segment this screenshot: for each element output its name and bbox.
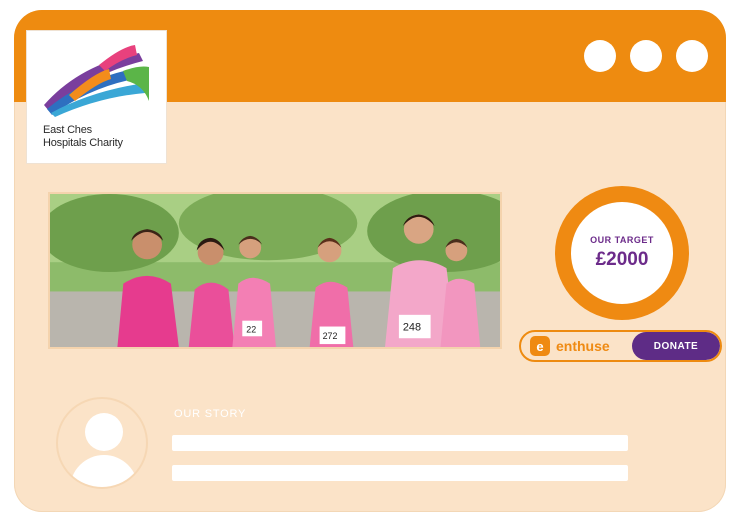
story-text-placeholder xyxy=(172,435,628,451)
logo-text-line: Hospitals Charity xyxy=(43,137,123,149)
window-control-dot[interactable] xyxy=(584,40,616,72)
avatar xyxy=(56,397,148,489)
bib-number: 22 xyxy=(246,324,256,334)
target-label: OUR TARGET xyxy=(590,235,654,245)
charity-logo: East Ches Hospitals Charity xyxy=(26,30,167,164)
donate-button[interactable]: DONATE xyxy=(632,332,720,360)
target-amount: £2000 xyxy=(595,249,649,270)
runners-illustration: 22 272 248 xyxy=(50,194,500,347)
avatar-head-icon xyxy=(85,413,123,451)
window-controls xyxy=(584,40,708,72)
app-window: East Ches Hospitals Charity 22 272 248 O… xyxy=(14,10,726,512)
bib-number: 272 xyxy=(323,331,338,341)
enthuse-label: enthuse xyxy=(556,338,610,354)
logo-rainbow-icon xyxy=(44,45,149,117)
window-control-dot[interactable] xyxy=(630,40,662,72)
window-control-dot[interactable] xyxy=(676,40,708,72)
avatar-body-icon xyxy=(70,455,138,487)
fundraising-target: OUR TARGET £2000 xyxy=(555,186,689,320)
enthuse-logo-icon: e xyxy=(530,336,550,356)
donate-widget[interactable]: e enthuse DONATE xyxy=(519,330,722,362)
bib-number: 248 xyxy=(403,322,421,334)
logo-text-line: East Ches xyxy=(43,124,92,136)
hero-photo: 22 272 248 xyxy=(48,192,502,349)
target-badge: OUR TARGET £2000 xyxy=(571,202,673,304)
enthuse-brand: e enthuse xyxy=(521,332,633,360)
story-heading: OUR STORY xyxy=(174,408,247,420)
story-text-placeholder xyxy=(172,465,628,481)
